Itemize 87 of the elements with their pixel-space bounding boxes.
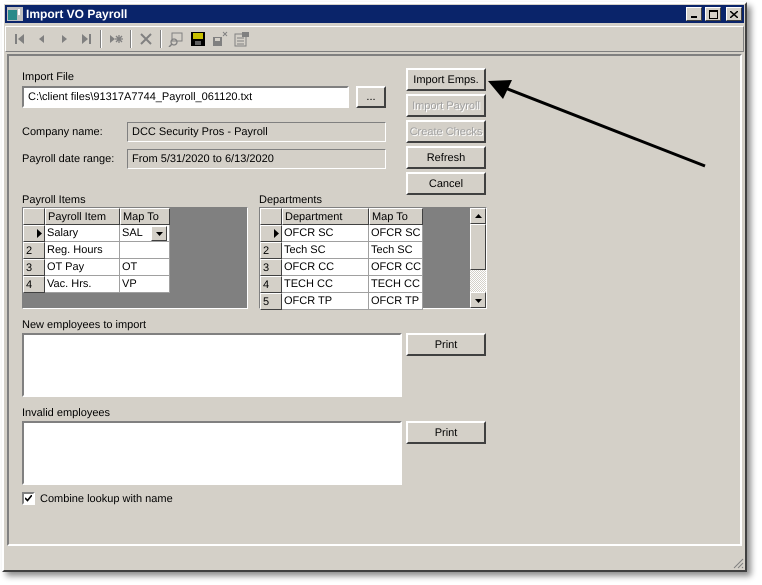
employee-list[interactable] (22, 421, 402, 485)
cell-text: Vac. Hrs. (47, 278, 92, 290)
cell-text: TECH CC (371, 278, 420, 290)
cell-text: TECH CC (284, 278, 333, 290)
cell-text: Salary (47, 227, 78, 239)
cell-text: OFCR CC (371, 261, 422, 273)
row-header[interactable]: 4 (23, 276, 45, 293)
cell-text: VP (122, 278, 137, 290)
corner-header (23, 208, 45, 225)
row-header[interactable] (260, 225, 282, 242)
checkbox-label: Combine lookup with name (40, 492, 173, 504)
row-header[interactable]: 4 (260, 276, 282, 293)
action-button[interactable]: Refresh (406, 146, 486, 169)
cell-text: OFCR SC (284, 227, 334, 239)
table-cell[interactable]: OFCR CC (369, 259, 423, 276)
scroll-down-icon (474, 296, 482, 304)
table-cell[interactable]: OT Pay (45, 259, 120, 276)
section-label: New employees to import (22, 319, 148, 331)
table-cell[interactable]: Reg. Hours (45, 242, 120, 259)
save-icon[interactable] (190, 31, 206, 47)
resize-grip-icon (733, 558, 744, 569)
current-row-icon (37, 229, 42, 238)
scroll-up-icon (474, 212, 482, 220)
section-label: Departments (259, 194, 323, 206)
row-header[interactable]: 3 (23, 259, 45, 276)
table-cell[interactable]: TECH CC (369, 276, 423, 293)
dropdown-button[interactable] (151, 226, 167, 240)
print-button[interactable]: Print (406, 333, 486, 356)
cell-text: OFCR TP (284, 295, 332, 307)
table-cell[interactable]: OFCR CC (282, 259, 369, 276)
cell-text: OFCR TP (371, 295, 420, 307)
caret-icon (156, 230, 162, 236)
row-header[interactable]: 2 (260, 242, 282, 259)
column-header[interactable]: Map To (120, 208, 170, 225)
table-cell[interactable]: Vac. Hrs. (45, 276, 120, 293)
cell-text: Reg. Hours (47, 244, 103, 256)
cell-text: Tech SC (284, 244, 326, 256)
field-label: Company name: (22, 126, 104, 138)
table-cell[interactable]: OT (120, 259, 170, 276)
cell-text: OT (122, 261, 138, 273)
cell-text: SAL (122, 227, 143, 239)
employee-list[interactable] (22, 333, 402, 397)
table-cell[interactable]: OFCR SC (369, 225, 423, 242)
minimize-button[interactable] (686, 7, 702, 21)
table-cell[interactable]: Salary (45, 225, 120, 242)
table-cell[interactable]: Tech SC (282, 242, 369, 259)
cell-text: OT Pay (47, 261, 84, 273)
table-cell[interactable]: OFCR TP (369, 293, 423, 310)
action-button[interactable]: Cancel (406, 172, 486, 195)
column-header[interactable]: Department (282, 208, 369, 225)
table-cell[interactable]: OFCR SC (282, 225, 369, 242)
cell-text: Tech SC (371, 244, 413, 256)
close-icon (730, 10, 738, 18)
app-icon (7, 7, 23, 21)
row-header[interactable]: 5 (260, 293, 282, 310)
field-label: Payroll date range: (22, 153, 116, 165)
readonly-field: From 5/31/2020 to 6/13/2020 (127, 149, 386, 169)
table-cell[interactable]: OFCR TP (282, 293, 369, 310)
window-title: Import VO Payroll (26, 7, 128, 21)
table-cell[interactable]: VP (120, 276, 170, 293)
print-button[interactable]: Print (406, 421, 486, 444)
section-label: Payroll Items (22, 194, 87, 206)
checkmark-icon (25, 495, 32, 502)
cell-text: OFCR CC (284, 261, 334, 273)
file-path-field[interactable]: C:\client files\91317A7744_Payroll_061120.txt (22, 86, 349, 108)
browse-button[interactable]: ... (356, 86, 386, 108)
column-header[interactable]: Payroll Item (45, 208, 120, 225)
row-header[interactable]: 3 (260, 259, 282, 276)
checkbox[interactable] (22, 492, 35, 505)
action-button[interactable]: Import Emps. (406, 68, 486, 91)
readonly-field: DCC Security Pros - Payroll (127, 122, 386, 142)
table-cell[interactable] (120, 242, 170, 259)
table-cell[interactable]: Tech SC (369, 242, 423, 259)
field-label: Import File (22, 71, 75, 83)
corner-header (260, 208, 282, 225)
maximize-icon (708, 10, 718, 18)
row-header[interactable]: 2 (23, 242, 45, 259)
cell-text: OFCR SC (371, 227, 420, 239)
column-header[interactable]: Map To (369, 208, 423, 225)
current-row-icon (274, 229, 279, 238)
maximize-button[interactable] (705, 7, 721, 21)
table-cell[interactable]: TECH CC (282, 276, 369, 293)
close-button[interactable] (726, 7, 742, 21)
row-header[interactable] (23, 225, 45, 242)
scrollbar[interactable] (470, 208, 486, 308)
section-label: Invalid employees (22, 407, 112, 419)
table-cell[interactable]: SAL (120, 225, 170, 242)
